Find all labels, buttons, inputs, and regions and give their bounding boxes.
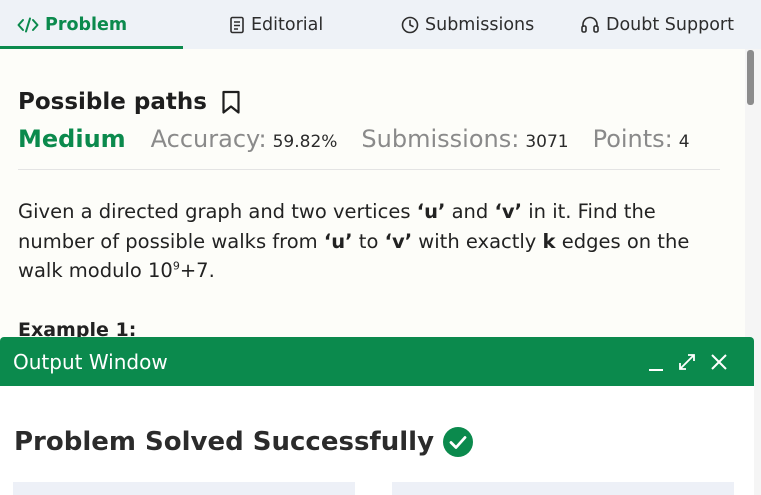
vertex-v: ‘v’ xyxy=(494,200,523,223)
output-window-title: Output Window xyxy=(13,349,168,374)
result-row: Problem Solved Successfully xyxy=(14,426,474,458)
tab-editorial-label: Editorial xyxy=(251,14,324,35)
problem-title: Possible paths xyxy=(18,89,207,115)
vertex-v: ‘v’ xyxy=(384,229,413,253)
points-value: 4 xyxy=(678,132,690,152)
clock-icon xyxy=(401,16,419,34)
tab-editorial[interactable]: Editorial xyxy=(229,0,323,49)
check-circle-icon xyxy=(442,426,474,458)
tab-problem-label: Problem xyxy=(45,14,128,35)
tab-bar: Problem Editorial Submissions Doubt Supp… xyxy=(0,0,761,49)
problem-title-row: Possible paths xyxy=(18,89,241,115)
problem-meta: Medium Accuracy: 59.82% Submissions: 307… xyxy=(18,125,714,153)
minimize-icon[interactable] xyxy=(648,351,664,373)
bookmark-icon[interactable] xyxy=(221,90,241,115)
points-label: Points: xyxy=(592,125,673,153)
close-icon[interactable] xyxy=(710,351,728,373)
output-window-body: Problem Solved Successfully xyxy=(0,386,754,495)
exponent: 9 xyxy=(172,259,180,273)
code-icon xyxy=(17,17,39,33)
result-card-left xyxy=(13,482,355,495)
divider xyxy=(18,169,720,170)
accuracy-value: 59.82% xyxy=(272,132,338,152)
tab-submissions-label: Submissions xyxy=(425,14,535,35)
scrollbar-thumb[interactable] xyxy=(747,50,754,105)
headset-icon xyxy=(580,16,600,34)
document-icon xyxy=(229,16,245,34)
expand-icon[interactable] xyxy=(677,351,697,373)
result-status: Problem Solved Successfully xyxy=(14,427,435,457)
accuracy-label: Accuracy: xyxy=(150,125,267,153)
tab-doubt-support-label: Doubt Support xyxy=(606,14,734,35)
problem-description: Given a directed graph and two vertices … xyxy=(18,200,690,282)
difficulty-badge: Medium xyxy=(18,125,126,153)
tab-submissions[interactable]: Submissions xyxy=(401,0,534,49)
submissions-value: 3071 xyxy=(525,132,569,152)
edge-count-k: k xyxy=(542,229,556,253)
tab-doubt-support[interactable]: Doubt Support xyxy=(580,0,734,49)
tab-problem[interactable]: Problem xyxy=(17,0,127,49)
submissions-label: Submissions: xyxy=(361,125,520,153)
problem-panel: Possible paths Medium Accuracy: 59.82% S… xyxy=(0,49,745,341)
vertex-u: ‘u’ xyxy=(416,200,446,223)
output-window-header: Output Window xyxy=(0,337,754,386)
result-card-right xyxy=(392,482,734,495)
vertex-u: ‘u’ xyxy=(323,229,353,253)
